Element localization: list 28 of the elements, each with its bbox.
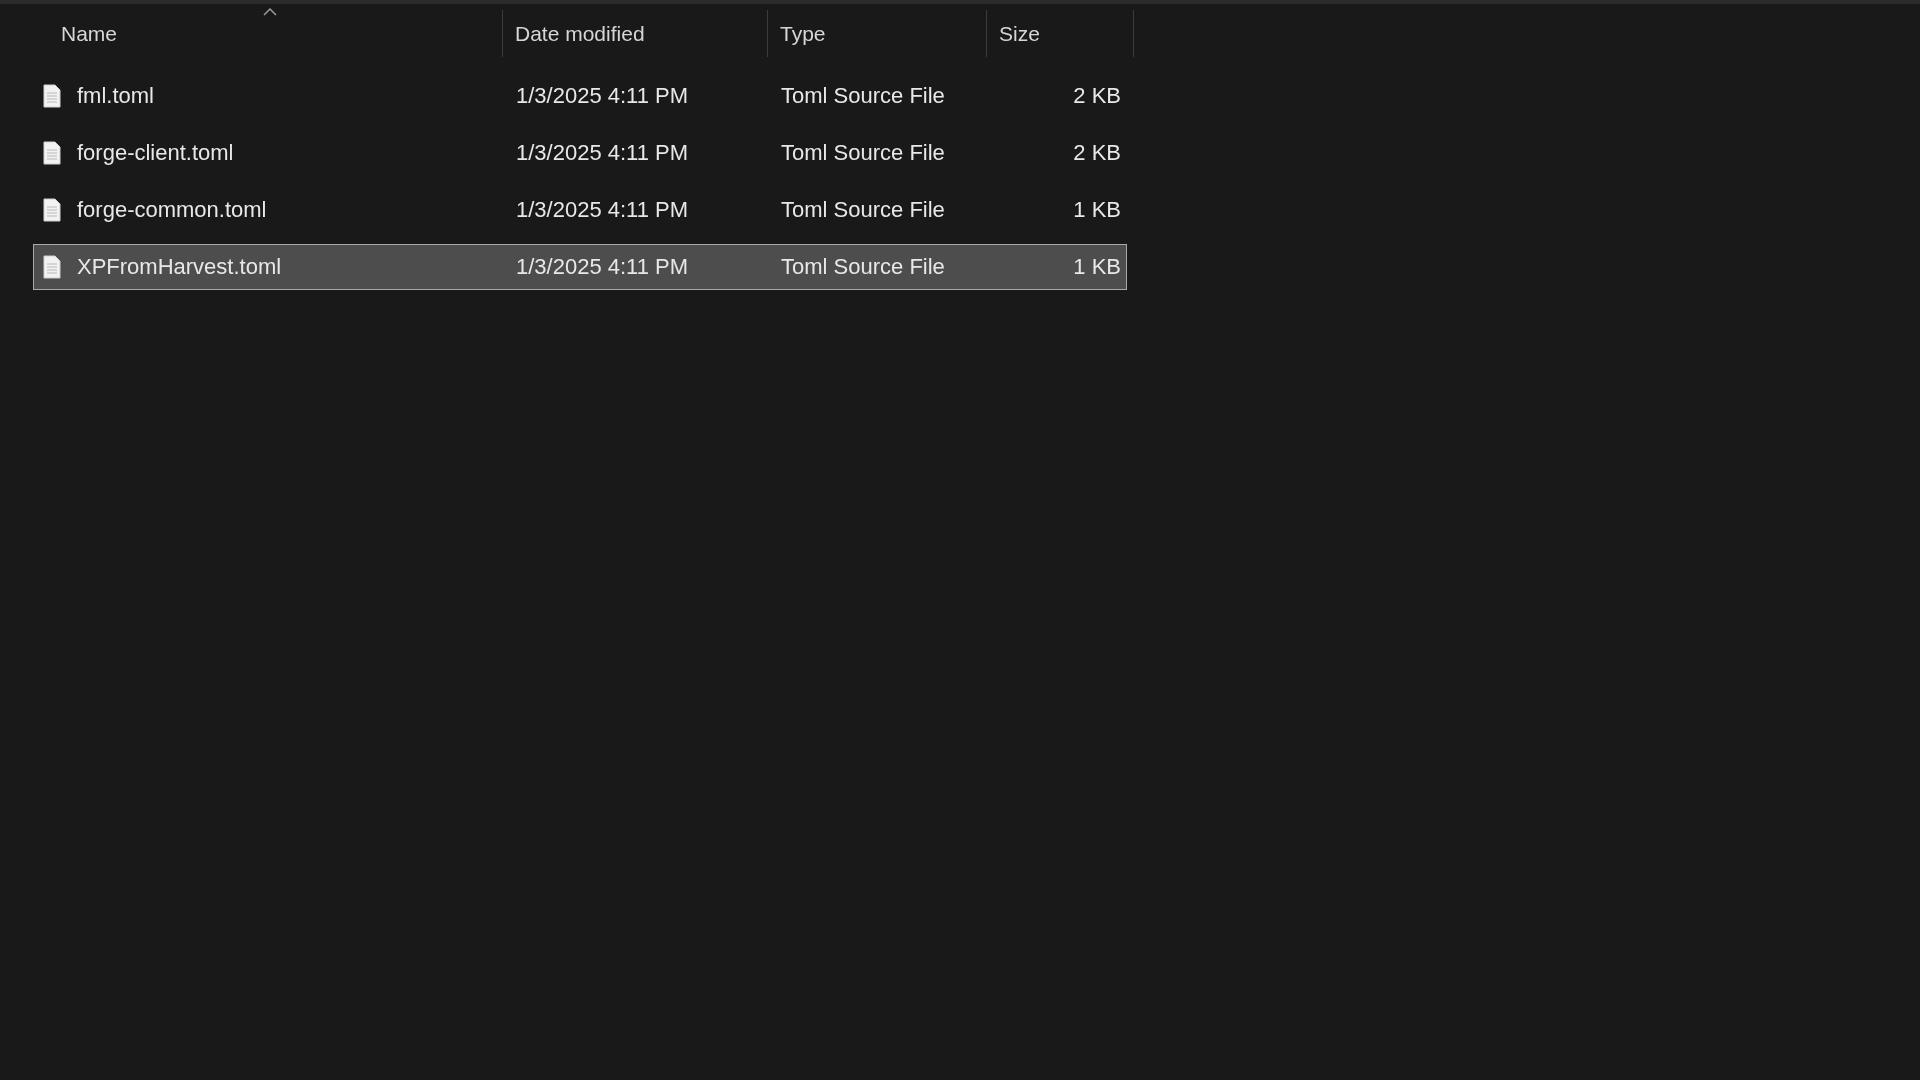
- file-type: Toml Source File: [781, 254, 945, 280]
- date-modified: 1/3/2025 4:11 PM: [516, 254, 689, 280]
- file-name: fml.toml: [77, 83, 154, 109]
- file-type: Toml Source File: [781, 83, 945, 109]
- document-icon: [43, 198, 61, 222]
- file-type: Toml Source File: [781, 140, 945, 166]
- file-row[interactable]: fml.toml 1/3/2025 4:11 PM Toml Source File 2 KB: [33, 73, 1127, 119]
- column-header[interactable]: Size: [987, 10, 1134, 57]
- file-type: Toml Source File: [781, 197, 945, 223]
- file-row[interactable]: XPFromHarvest.toml 1/3/2025 4:11 PM Toml Source File 1 KB: [33, 244, 1127, 290]
- file-row[interactable]: forge-common.toml 1/3/2025 4:11 PM Toml Source File 1 KB: [33, 187, 1127, 233]
- document-icon: [43, 255, 61, 279]
- file-size: 2 KB: [1073, 83, 1121, 109]
- file-name: XPFromHarvest.toml: [77, 254, 282, 280]
- file-name: forge-client.toml: [77, 140, 234, 166]
- file-name: forge-common.toml: [77, 197, 267, 223]
- document-icon: [43, 84, 61, 108]
- column-header[interactable]: Name: [0, 10, 503, 57]
- document-icon: [43, 141, 61, 165]
- file-row[interactable]: forge-client.toml 1/3/2025 4:11 PM Toml Source File 2 KB: [33, 130, 1127, 176]
- date-modified: 1/3/2025 4:11 PM: [516, 83, 689, 109]
- date-modified: 1/3/2025 4:11 PM: [516, 197, 689, 223]
- file-size: 2 KB: [1073, 140, 1121, 166]
- date-modified: 1/3/2025 4:11 PM: [516, 140, 689, 166]
- column-header[interactable]: Date modified: [503, 10, 768, 57]
- file-size: 1 KB: [1073, 197, 1121, 223]
- column-header[interactable]: Type: [768, 10, 987, 57]
- file-size: 1 KB: [1073, 254, 1121, 280]
